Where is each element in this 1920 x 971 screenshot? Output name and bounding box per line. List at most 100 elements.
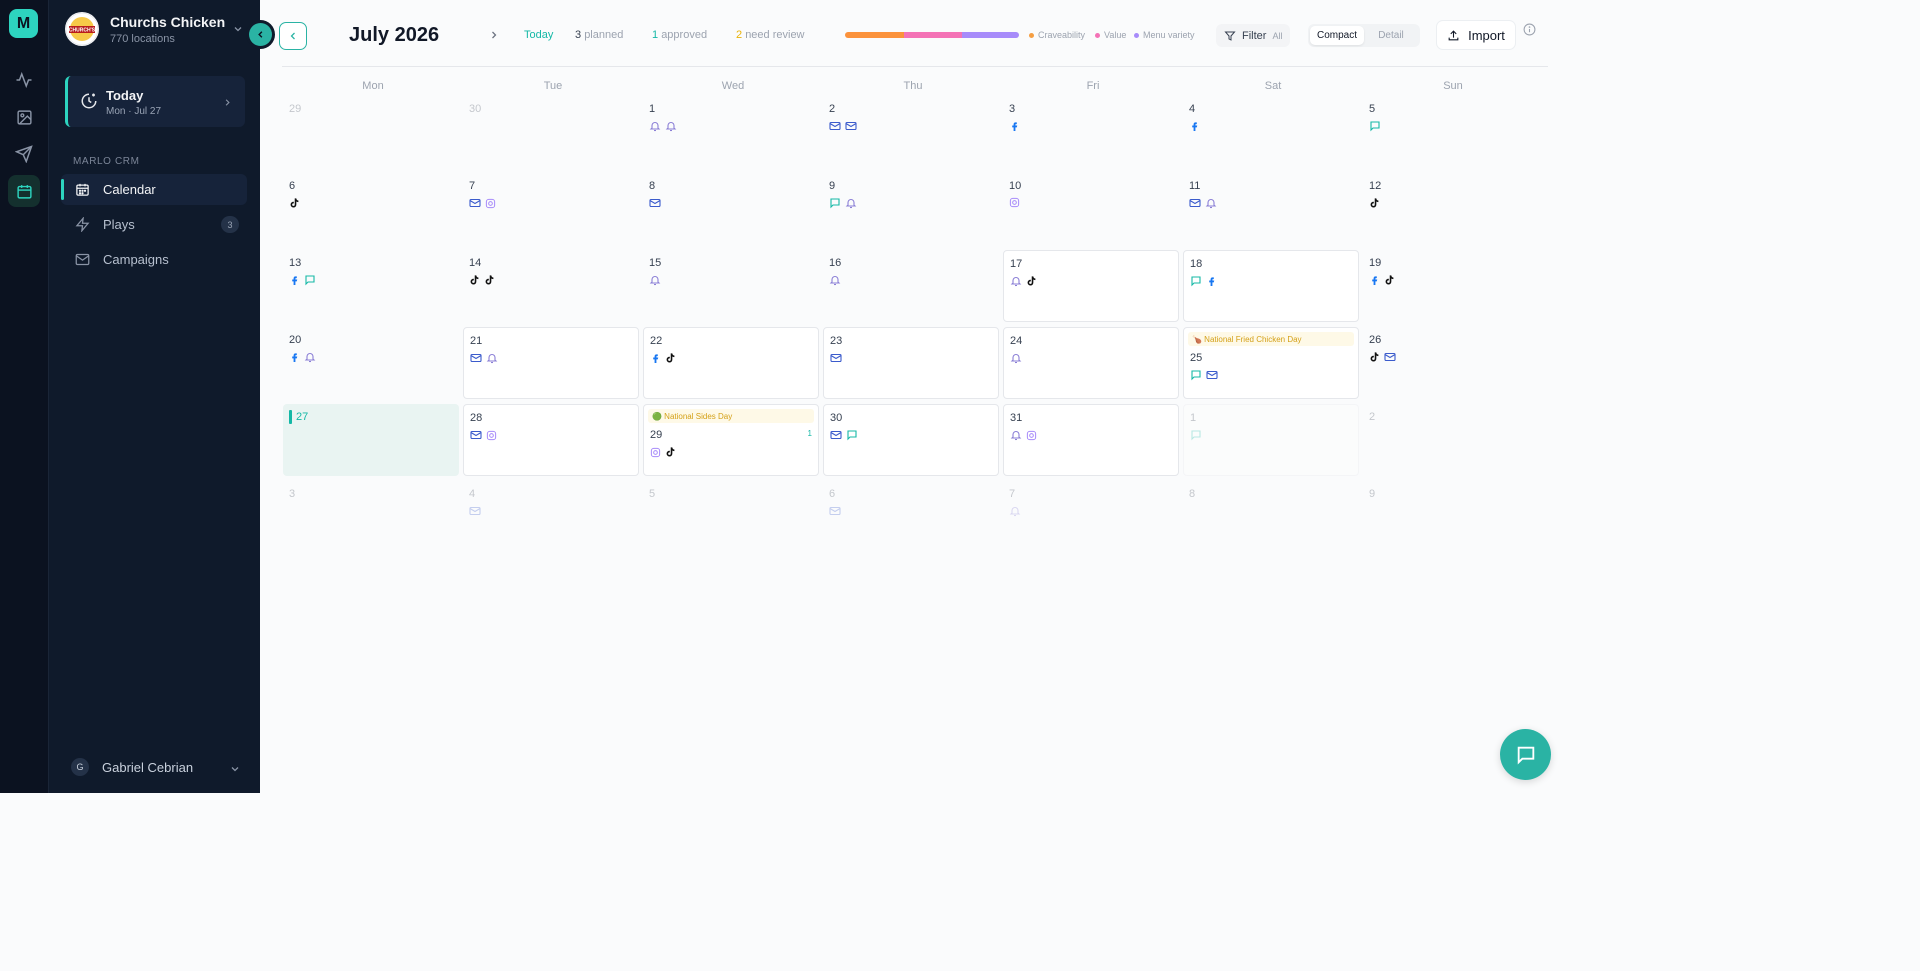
mail-icon[interactable] bbox=[830, 352, 842, 364]
calendar-day-cell[interactable]: 28 bbox=[463, 404, 639, 476]
calendar-day-cell[interactable]: 5 bbox=[1363, 96, 1539, 168]
planned-stat[interactable]: 3 planned bbox=[575, 29, 623, 41]
calendar-day-cell[interactable]: 8 bbox=[643, 173, 819, 245]
calendar-day-cell[interactable]: 14 bbox=[463, 250, 639, 322]
bell-icon[interactable] bbox=[1205, 197, 1217, 209]
calendar-day-cell[interactable]: 16 bbox=[823, 250, 999, 322]
instagram-icon[interactable] bbox=[486, 430, 497, 441]
bell-icon[interactable] bbox=[649, 120, 661, 132]
chat-button[interactable] bbox=[1500, 729, 1551, 780]
calendar-day-cell[interactable]: 26 bbox=[1363, 327, 1539, 399]
calendar-icon[interactable] bbox=[8, 175, 40, 207]
mail-icon[interactable] bbox=[829, 120, 841, 132]
bell-icon[interactable] bbox=[304, 351, 316, 363]
user-menu[interactable]: G Gabriel Cebrian bbox=[71, 758, 241, 776]
instagram-icon[interactable] bbox=[650, 447, 661, 458]
calendar-day-cell[interactable]: 30 bbox=[823, 404, 999, 476]
calendar-day-cell[interactable]: 19 bbox=[1363, 250, 1539, 322]
facebook-icon[interactable] bbox=[1206, 275, 1217, 287]
facebook-icon[interactable] bbox=[289, 274, 300, 286]
calendar-day-cell[interactable]: 8 bbox=[1183, 481, 1359, 553]
sidebar-item-campaigns[interactable]: Campaigns bbox=[61, 244, 247, 275]
sidebar-item-plays[interactable]: Plays 3 bbox=[61, 209, 247, 240]
tiktok-icon[interactable] bbox=[1384, 274, 1395, 286]
calendar-day-cell[interactable]: 5 bbox=[643, 481, 819, 553]
instagram-icon[interactable] bbox=[485, 198, 496, 209]
calendar-day-cell[interactable]: 15 bbox=[643, 250, 819, 322]
chat-icon[interactable] bbox=[304, 274, 316, 286]
info-icon[interactable] bbox=[1523, 23, 1536, 41]
chat-icon[interactable] bbox=[1369, 120, 1381, 132]
calendar-day-cell[interactable]: 18 bbox=[1183, 250, 1359, 322]
tiktok-icon[interactable] bbox=[469, 274, 480, 286]
next-month-button[interactable] bbox=[488, 28, 500, 47]
chat-icon[interactable] bbox=[1190, 369, 1202, 381]
bell-icon[interactable] bbox=[649, 274, 661, 286]
today-button[interactable]: Today bbox=[524, 29, 553, 41]
mail-icon[interactable] bbox=[1206, 369, 1218, 381]
today-card[interactable]: Today Mon · Jul 27 bbox=[65, 76, 245, 127]
calendar-day-cell[interactable]: 7 bbox=[463, 173, 639, 245]
activity-icon[interactable] bbox=[8, 64, 40, 96]
collapse-sidebar-button[interactable] bbox=[249, 23, 272, 46]
bell-icon[interactable] bbox=[486, 352, 498, 364]
tiktok-icon[interactable] bbox=[289, 197, 300, 209]
chat-icon[interactable] bbox=[1190, 429, 1202, 441]
view-compact-button[interactable]: Compact bbox=[1310, 26, 1364, 45]
send-icon[interactable] bbox=[8, 138, 40, 170]
org-switcher[interactable]: CHURCH'S Churchs Chicken 770 locations bbox=[65, 12, 225, 46]
calendar-day-cell[interactable]: 22 bbox=[643, 327, 819, 399]
mail-icon[interactable] bbox=[469, 197, 481, 209]
calendar-day-cell[interactable]: 20 bbox=[283, 327, 459, 399]
calendar-day-cell[interactable]: 3 bbox=[1003, 96, 1179, 168]
app-logo[interactable]: M bbox=[9, 9, 38, 38]
sidebar-item-calendar[interactable]: Calendar bbox=[61, 174, 247, 205]
calendar-day-cell[interactable]: 30 bbox=[463, 96, 639, 168]
calendar-day-cell[interactable]: 2 bbox=[823, 96, 999, 168]
image-icon[interactable] bbox=[8, 101, 40, 133]
mail-icon[interactable] bbox=[845, 120, 857, 132]
bell-icon[interactable] bbox=[1010, 429, 1022, 441]
tiktok-icon[interactable] bbox=[1369, 351, 1380, 363]
facebook-icon[interactable] bbox=[289, 351, 300, 363]
approved-stat[interactable]: 1 approved bbox=[652, 29, 707, 41]
calendar-day-cell[interactable]: 21 bbox=[463, 327, 639, 399]
chat-icon[interactable] bbox=[846, 429, 858, 441]
calendar-day-cell[interactable]: 4 bbox=[463, 481, 639, 553]
facebook-icon[interactable] bbox=[1369, 274, 1380, 286]
instagram-icon[interactable] bbox=[1009, 197, 1020, 208]
calendar-day-cell[interactable]: 10 bbox=[1003, 173, 1179, 245]
calendar-day-cell[interactable]: 7 bbox=[1003, 481, 1179, 553]
tiktok-icon[interactable] bbox=[484, 274, 495, 286]
filter-button[interactable]: Filter All bbox=[1216, 24, 1291, 47]
mail-icon[interactable] bbox=[1384, 351, 1396, 363]
chat-icon[interactable] bbox=[829, 197, 841, 209]
holiday-banner[interactable]: 🍗 National Fried Chicken Day bbox=[1188, 332, 1354, 346]
prev-month-button[interactable] bbox=[279, 22, 307, 50]
bell-icon[interactable] bbox=[829, 274, 841, 286]
mail-icon[interactable] bbox=[1189, 197, 1201, 209]
calendar-day-cell[interactable]: 🟢 National Sides Day 29 1 bbox=[643, 404, 819, 476]
facebook-icon[interactable] bbox=[650, 352, 661, 364]
calendar-day-cell[interactable]: 9 bbox=[1363, 481, 1539, 553]
bell-icon[interactable] bbox=[665, 120, 677, 132]
mail-icon[interactable] bbox=[470, 429, 482, 441]
mail-icon[interactable] bbox=[830, 429, 842, 441]
bell-icon[interactable] bbox=[1010, 352, 1022, 364]
mail-icon[interactable] bbox=[829, 505, 841, 517]
instagram-icon[interactable] bbox=[1026, 430, 1037, 441]
review-stat[interactable]: 2 need review bbox=[736, 29, 805, 41]
mail-icon[interactable] bbox=[470, 352, 482, 364]
calendar-day-cell[interactable]: 12 bbox=[1363, 173, 1539, 245]
chat-icon[interactable] bbox=[1190, 275, 1202, 287]
calendar-day-cell[interactable]: 29 bbox=[283, 96, 459, 168]
chevron-down-icon[interactable] bbox=[232, 22, 244, 40]
import-button[interactable]: Import bbox=[1436, 20, 1516, 50]
tiktok-icon[interactable] bbox=[1026, 275, 1037, 287]
calendar-day-cell[interactable]: 31 bbox=[1003, 404, 1179, 476]
calendar-day-cell[interactable]: 13 bbox=[283, 250, 459, 322]
calendar-day-cell[interactable]: 9 bbox=[823, 173, 999, 245]
mail-icon[interactable] bbox=[649, 197, 661, 209]
view-detail-button[interactable]: Detail bbox=[1364, 26, 1418, 45]
calendar-day-cell[interactable]: 6 bbox=[283, 173, 459, 245]
